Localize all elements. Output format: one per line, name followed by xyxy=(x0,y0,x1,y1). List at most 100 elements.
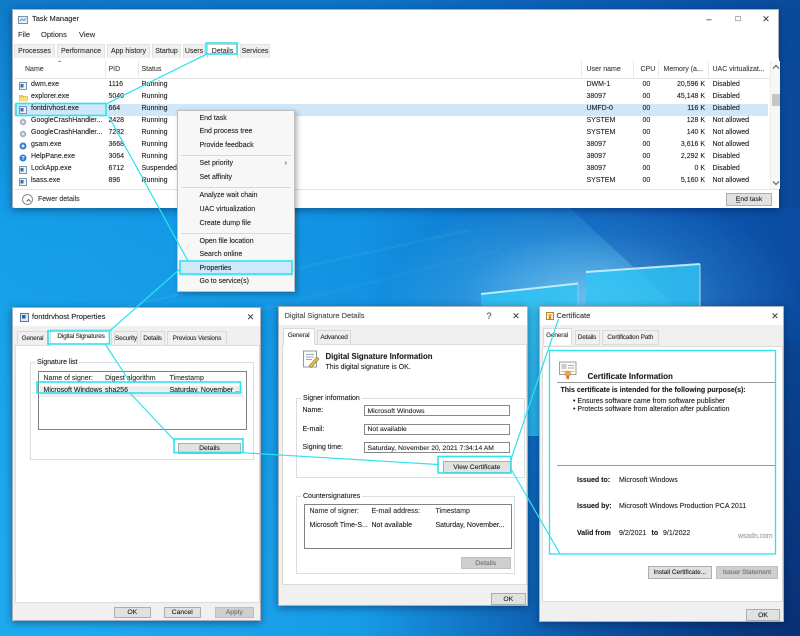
ok-button[interactable]: OK xyxy=(114,607,151,619)
end-task-button[interactable]: End task xyxy=(726,193,772,206)
tab-security[interactable]: Security xyxy=(114,331,138,346)
process-row[interactable]: GoogleCrashHandler...7232RunningSYSTEM00… xyxy=(14,128,768,140)
scroll-up-icon[interactable] xyxy=(772,64,780,70)
ok-button[interactable]: OK xyxy=(491,593,526,605)
tab-services[interactable]: Services xyxy=(240,44,270,59)
tab-previous-versions[interactable]: Previous Versions xyxy=(167,331,227,346)
scroll-thumb[interactable] xyxy=(772,94,780,106)
process-pid: 664 xyxy=(109,105,121,112)
context-menu-item-end-process-tree[interactable]: End process tree xyxy=(179,126,293,140)
minimize-icon[interactable]: – xyxy=(696,10,722,28)
tab-advanced[interactable]: Advanced xyxy=(317,330,351,345)
context-menu-item-set-priority[interactable]: Set priority› xyxy=(179,158,293,172)
cs-row-timestamp: Saturday, November... xyxy=(436,522,505,529)
details-button[interactable]: Details xyxy=(178,443,241,454)
details-button-disabled[interactable]: Details xyxy=(461,557,511,569)
column-header-user[interactable]: User name xyxy=(587,66,621,73)
process-row[interactable]: ?HelpPane.exe3064Running38097002,292 KDi… xyxy=(14,152,768,164)
context-menu-item-search-online[interactable]: Search online xyxy=(179,249,293,263)
certificate-titlebar[interactable]: Certificate ✕ xyxy=(540,307,783,325)
process-row[interactable]: fontdrvhost.exe664RunningUMFD-000116 KDi… xyxy=(14,104,768,116)
separator xyxy=(557,465,777,466)
tab-performance[interactable]: Performance xyxy=(57,44,105,59)
properties-dialog: fontdrvhost Properties ✕ General Digital… xyxy=(12,307,262,621)
context-menu-item-create-dump-file[interactable]: Create dump file xyxy=(179,217,293,231)
context-menu-item-analyze-wait-chain[interactable]: Analyze wait chain xyxy=(179,189,293,203)
close-icon[interactable]: ✕ xyxy=(241,308,261,326)
tab-startup[interactable]: Startup xyxy=(152,44,181,59)
email-field[interactable]: Not available xyxy=(364,424,510,435)
process-row[interactable]: dwm.exe1116RunningDWM-10020,596 KDisable… xyxy=(14,80,768,92)
process-status: Running xyxy=(142,105,168,112)
help-icon[interactable]: ? xyxy=(479,307,499,325)
process-row[interactable]: lsass.exe896RunningSYSTEM005,160 KNot al… xyxy=(14,176,768,188)
column-header-uac[interactable]: UAC virtualizat... xyxy=(713,66,765,73)
process-memory: 20,596 K xyxy=(634,81,705,88)
tab-general[interactable]: General xyxy=(543,328,572,345)
process-row[interactable]: explorer.exe5040Running380970045,148 KDi… xyxy=(14,92,768,104)
context-menu-item-properties[interactable]: Properties xyxy=(179,262,293,276)
context-menu-item-label: Set affinity xyxy=(200,174,233,181)
cs-row-name[interactable]: Microsoft Time-S... xyxy=(310,522,368,529)
process-pid: 3064 xyxy=(109,153,125,160)
menu-view[interactable]: View xyxy=(79,30,95,39)
name-field[interactable]: Microsoft Windows xyxy=(364,405,510,416)
menu-file[interactable]: File xyxy=(18,30,30,39)
tab-certification-path[interactable]: Certification Path xyxy=(602,330,660,345)
task-manager-titlebar[interactable]: Task Manager – □ ✕ xyxy=(13,10,778,28)
signature-details-titlebar[interactable]: Digital Signature Details ? ✕ xyxy=(279,307,527,325)
apply-button[interactable]: Apply xyxy=(215,607,255,619)
tab-processes[interactable]: Processes xyxy=(14,44,55,59)
signature-certificate-icon xyxy=(301,350,321,371)
close-icon[interactable]: ✕ xyxy=(506,307,526,325)
context-menu: End taskEnd process treeProvide feedback… xyxy=(177,110,295,292)
install-certificate-button[interactable]: Install Certificate... xyxy=(648,566,712,579)
signature-list-label: Signature list xyxy=(35,359,79,366)
issued-to-value: Microsoft Windows xyxy=(619,477,678,484)
view-certificate-button[interactable]: View Certificate xyxy=(443,461,511,473)
signing-time-field[interactable]: Saturday, November 20, 2021 7:34:14 AM xyxy=(364,442,510,453)
process-row[interactable]: gsam.exe3668Running38097003,616 KNot all… xyxy=(14,140,768,152)
context-menu-item-label: UAC virtualization xyxy=(200,206,256,213)
tab-general[interactable]: General xyxy=(283,328,315,345)
process-user: SYSTEM xyxy=(587,117,616,124)
context-menu-item-provide-feedback[interactable]: Provide feedback xyxy=(179,139,293,153)
column-header-cpu[interactable]: CPU xyxy=(641,66,656,73)
issuer-statement-button[interactable]: Issuer Statement xyxy=(716,566,778,579)
process-status: Running xyxy=(142,81,168,88)
process-memory: 45,148 K xyxy=(634,93,705,100)
process-name: gsam.exe xyxy=(31,141,61,148)
tab-users[interactable]: Users xyxy=(183,44,205,59)
close-icon[interactable]: ✕ xyxy=(766,307,784,325)
menu-options[interactable]: Options xyxy=(41,30,67,39)
context-menu-item-go-to-service-s[interactable]: Go to service(s) xyxy=(179,276,293,290)
process-row[interactable]: GoogleCrashHandler...2428RunningSYSTEM00… xyxy=(14,116,768,128)
context-menu-item-open-file-location[interactable]: Open file location xyxy=(179,235,293,249)
process-row[interactable]: LockApp.exe6712Suspended38097000 KDisabl… xyxy=(14,164,768,176)
scrollbar[interactable] xyxy=(770,61,781,189)
context-menu-item-set-affinity[interactable]: Set affinity xyxy=(179,171,293,185)
column-header-memory[interactable]: Memory (a... xyxy=(664,66,703,73)
tab-details[interactable]: Details xyxy=(575,330,600,345)
context-menu-item-end-task[interactable]: End task xyxy=(179,112,293,126)
column-header-status[interactable]: Status xyxy=(142,66,162,73)
tab-details[interactable]: Details xyxy=(207,44,238,59)
maximize-icon[interactable]: □ xyxy=(725,10,751,28)
tab-app-history[interactable]: App history xyxy=(107,44,150,59)
tab-details[interactable]: Details xyxy=(140,331,165,346)
tab-digital-signatures[interactable]: Digital Signatures xyxy=(50,329,112,346)
context-menu-item-uac-virtualization[interactable]: UAC virtualization xyxy=(179,203,293,217)
sig-row-name: Microsoft Windows xyxy=(44,387,103,394)
signature-row[interactable]: Microsoft Windows sha256 Saturday, Novem… xyxy=(40,386,243,397)
process-uac: Not allowed xyxy=(713,177,750,184)
close-icon[interactable]: ✕ xyxy=(753,10,779,28)
ok-button[interactable]: OK xyxy=(746,609,780,622)
scroll-down-icon[interactable] xyxy=(772,180,780,186)
column-header-pid[interactable]: PID xyxy=(109,66,121,73)
valid-to-word: to xyxy=(652,530,659,537)
column-header-name[interactable]: Name xyxy=(25,66,44,73)
cancel-button[interactable]: Cancel xyxy=(164,607,201,619)
process-uac: Not allowed xyxy=(713,141,750,148)
tab-general[interactable]: General xyxy=(17,331,48,346)
properties-titlebar[interactable]: fontdrvhost Properties ✕ xyxy=(13,308,261,326)
